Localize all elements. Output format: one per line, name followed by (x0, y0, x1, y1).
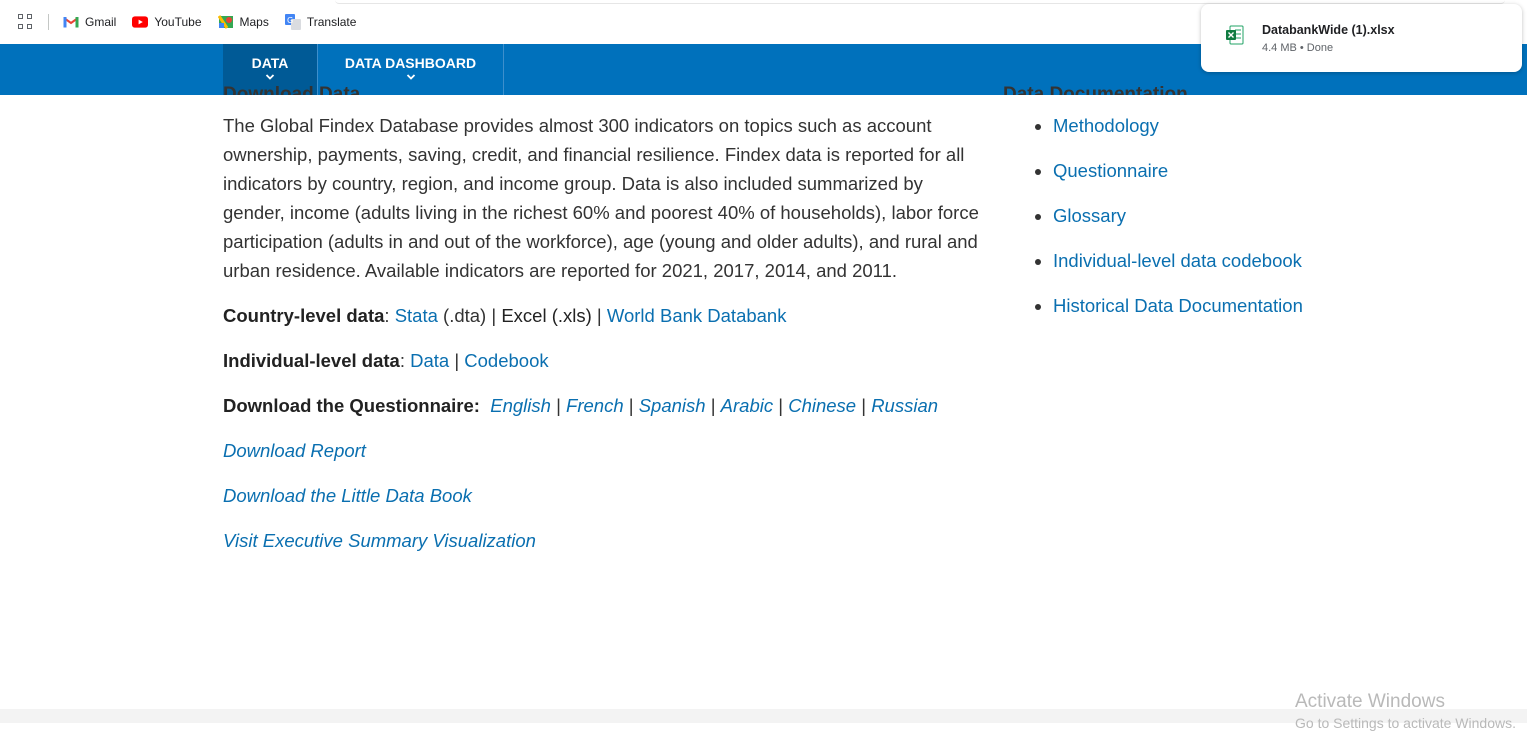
bookmark-gmail[interactable]: Gmail (63, 14, 116, 30)
translate-icon: G (284, 14, 301, 30)
questionnaire-english-link[interactable]: English (490, 395, 551, 416)
exec-summary-line: Visit Executive Summary Visualization (223, 526, 983, 555)
country-level-line: Country-level data: Stata (.dta) | Excel… (223, 305, 787, 326)
download-filename[interactable]: DatabankWide (1).xlsx (1262, 23, 1395, 37)
bookmark-label: YouTube (154, 15, 202, 29)
excel-label[interactable]: Excel (.xls) (501, 305, 591, 326)
country-level-label: Country-level data (223, 305, 385, 326)
individual-codebook-link[interactable]: Individual-level data codebook (1053, 250, 1302, 271)
questionnaire-label: Download the Questionnaire: (223, 395, 480, 416)
bookmark-label: Maps (239, 15, 269, 29)
stata-link[interactable]: Stata (395, 305, 438, 326)
individual-data-link[interactable]: Data (410, 350, 449, 371)
list-item: Historical Data Documentation (1053, 291, 1403, 320)
report-line: Download Report (223, 436, 983, 465)
data-documentation-panel: Data Documentation Methodology Questionn… (1003, 84, 1403, 336)
nav-tab-label: DATA (251, 55, 289, 71)
list-item: Individual-level data codebook (1053, 246, 1403, 275)
bookmark-label: Translate (306, 15, 357, 29)
chevron-down-icon (406, 74, 415, 80)
bookmarks-separator (48, 14, 49, 30)
stata-ext: (.dta) (443, 305, 487, 326)
codebook-link[interactable]: Codebook (464, 350, 548, 371)
nav-tab-label: DATA DASHBOARD (344, 55, 477, 71)
questionnaire-spanish-link[interactable]: Spanish (639, 395, 706, 416)
executive-summary-link[interactable]: Visit Executive Summary Visualization (223, 530, 536, 551)
individual-level-label: Individual-level data (223, 350, 400, 371)
download-popup[interactable]: DatabankWide (1).xlsx 4.4 MB • Done (1201, 4, 1522, 72)
activate-windows-watermark: Activate Windows Go to Settings to activ… (1295, 690, 1516, 732)
documentation-heading: Data Documentation (1003, 84, 1188, 95)
maps-icon (217, 14, 234, 30)
documentation-list: Methodology Questionnaire Glossary Indiv… (1003, 111, 1403, 320)
apps-grid-icon[interactable] (18, 14, 34, 30)
questionnaire-russian-link[interactable]: Russian (871, 395, 938, 416)
glossary-link[interactable]: Glossary (1053, 205, 1126, 226)
questionnaire-link[interactable]: Questionnaire (1053, 160, 1168, 181)
list-item: Methodology (1053, 111, 1403, 140)
bookmark-maps[interactable]: Maps (217, 14, 269, 30)
questionnaire-arabic-link[interactable]: Arabic (721, 395, 773, 416)
world-bank-databank-link[interactable]: World Bank Databank (607, 305, 787, 326)
historical-documentation-link[interactable]: Historical Data Documentation (1053, 295, 1303, 316)
questionnaire-french-link[interactable]: French (566, 395, 624, 416)
little-book-line: Download the Little Data Book (223, 481, 983, 510)
individual-level-line: Individual-level data: Data | Codebook (223, 350, 549, 371)
questionnaire-line: Download the Questionnaire: English | Fr… (223, 395, 939, 416)
excel-file-icon (1226, 25, 1244, 45)
download-report-link[interactable]: Download Report (223, 440, 366, 461)
main-content: Download Data The Global Findex Database… (223, 84, 983, 555)
svg-text:G: G (287, 16, 293, 25)
list-item: Questionnaire (1053, 156, 1403, 185)
methodology-link[interactable]: Methodology (1053, 115, 1159, 136)
bookmark-translate[interactable]: G Translate (284, 14, 357, 30)
chevron-down-icon (265, 74, 275, 80)
youtube-icon (132, 14, 149, 30)
bookmark-youtube[interactable]: YouTube (132, 14, 202, 30)
download-meta: 4.4 MB • Done (1262, 42, 1334, 54)
watermark-title: Activate Windows (1295, 691, 1445, 712)
section-heading: Download Data (223, 84, 361, 95)
intro-paragraph: The Global Findex Database provides almo… (223, 115, 979, 281)
questionnaire-chinese-link[interactable]: Chinese (788, 395, 856, 416)
gmail-icon (63, 14, 79, 30)
download-little-data-book-link[interactable]: Download the Little Data Book (223, 485, 472, 506)
list-item: Glossary (1053, 201, 1403, 230)
watermark-subtitle: Go to Settings to activate Windows. (1295, 715, 1516, 731)
bookmark-label: Gmail (85, 15, 117, 29)
